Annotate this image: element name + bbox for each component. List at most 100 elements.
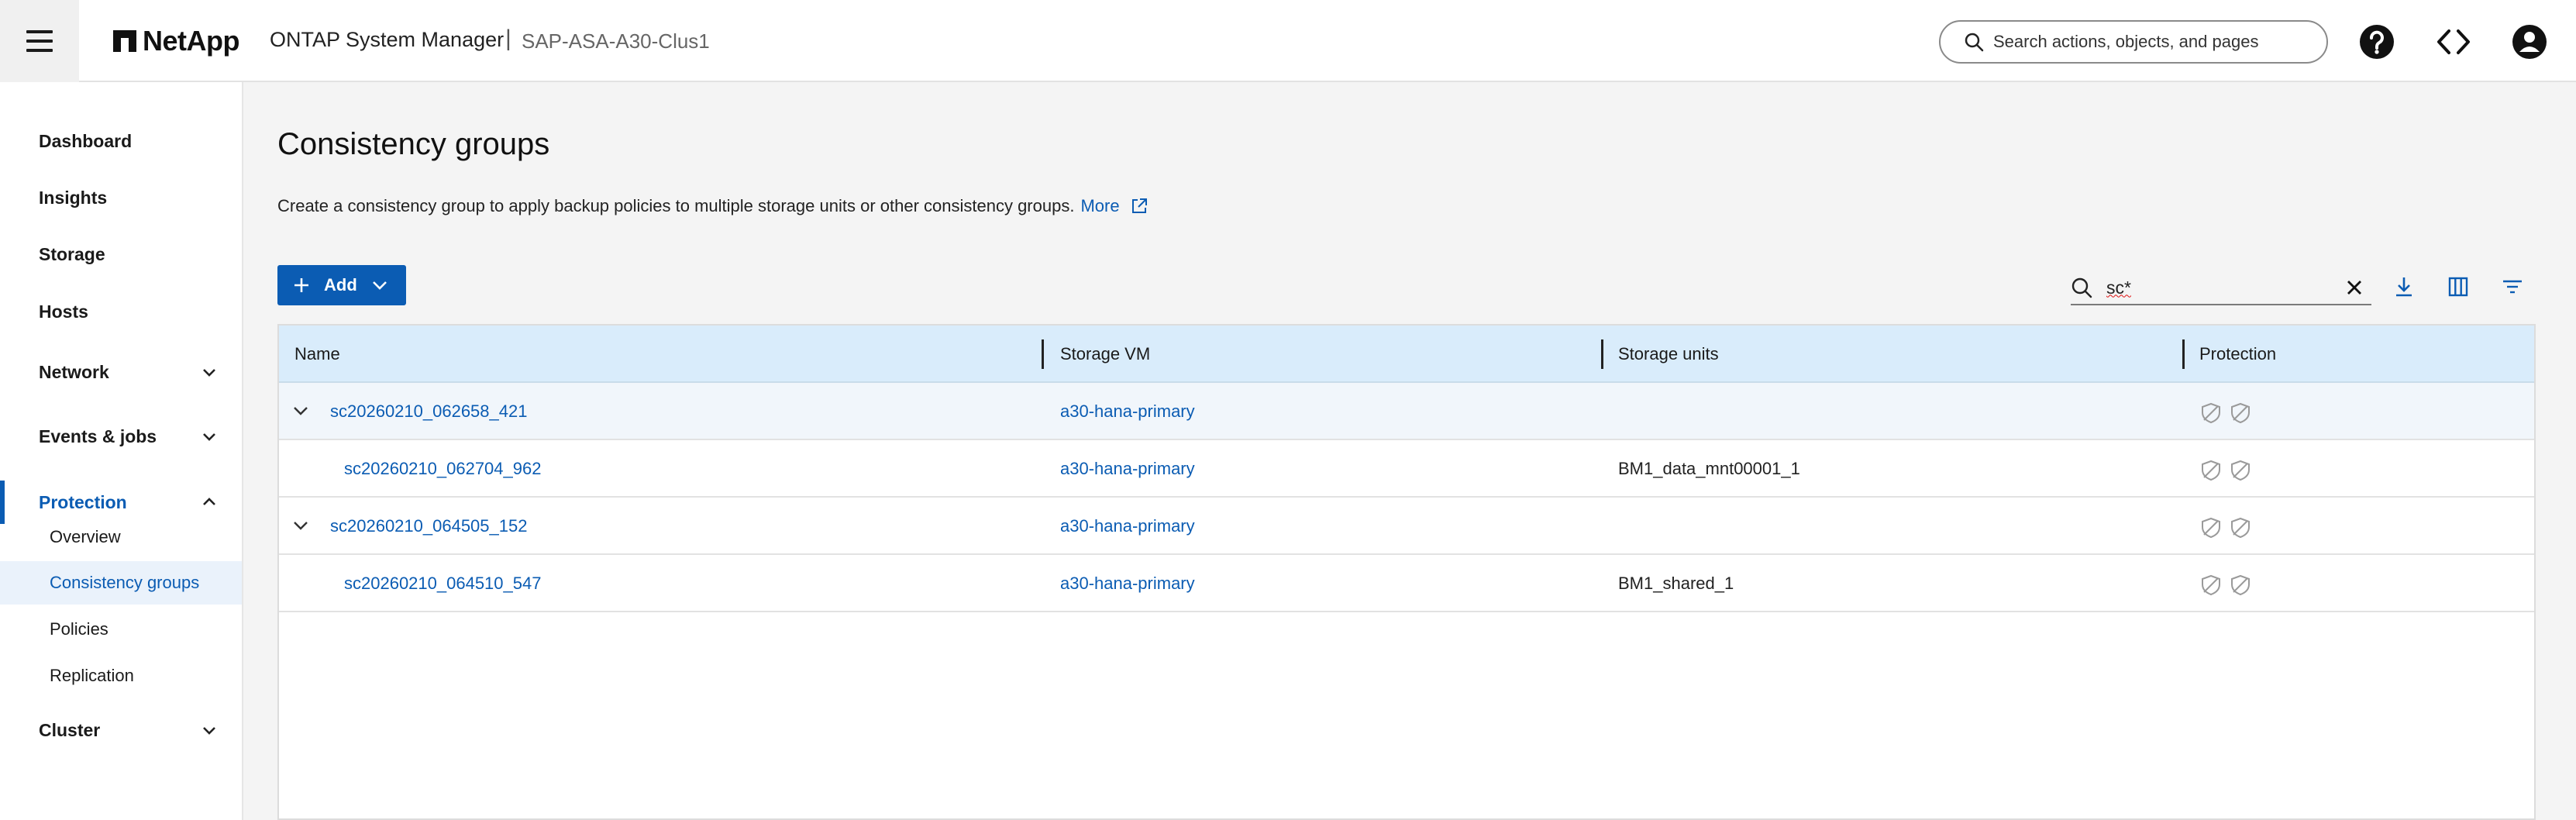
sidebar-item-label: Cluster <box>39 719 101 740</box>
chevron-up-icon <box>203 498 215 505</box>
more-link[interactable]: More <box>1080 196 1119 216</box>
page-title: Consistency groups <box>277 127 550 161</box>
shield-icon <box>2231 574 2250 596</box>
brand-name: NetApp <box>143 25 240 57</box>
sidebar-subitem-label: Overview <box>50 527 121 546</box>
column-resize-handle[interactable] <box>1042 339 1044 369</box>
plus-icon <box>294 278 308 292</box>
group-name-link[interactable]: sc20260210_064510_547 <box>344 574 541 594</box>
add-button[interactable]: Add <box>277 265 406 305</box>
table-row[interactable]: sc20260210_062658_421 a30-hana-primary <box>279 383 2534 440</box>
top-bar: NetApp ONTAP System Manager | SAP-ASA-A3… <box>0 0 2576 82</box>
column-header-storage-units[interactable]: Storage units <box>1618 344 1719 364</box>
protection-status <box>2199 516 2252 539</box>
help-icon <box>2360 25 2394 59</box>
sidebar-subitem-label: Replication <box>50 666 134 685</box>
sidebar-subitem-policies[interactable]: Policies <box>0 608 242 651</box>
table-row[interactable]: sc20260210_064510_547 a30-hana-primary B… <box>279 555 2534 612</box>
group-name-link[interactable]: sc20260210_064505_152 <box>330 516 527 536</box>
sidebar-item-hosts[interactable]: Hosts <box>0 290 242 333</box>
table-row[interactable]: sc20260210_064505_152 a30-hana-primary <box>279 498 2534 555</box>
menu-icon <box>26 27 53 55</box>
shield-icon <box>2202 460 2220 481</box>
sidebar-item-label: Events & jobs <box>39 426 157 446</box>
account-icon <box>2512 25 2547 59</box>
title-separator: | <box>505 26 511 51</box>
sidebar-item-label: Hosts <box>39 301 88 322</box>
menu-button[interactable] <box>0 0 79 82</box>
filter-icon <box>2503 280 2522 294</box>
shield-icon <box>2202 517 2220 539</box>
search-placeholder: Search actions, objects, and pages <box>1993 32 2259 51</box>
group-name-link[interactable]: sc20260210_062658_421 <box>330 401 527 422</box>
help-button[interactable] <box>2358 23 2395 60</box>
column-header-name[interactable]: Name <box>294 344 340 364</box>
search-icon <box>1965 33 1984 52</box>
clear-icon[interactable] <box>2345 278 2364 297</box>
sidebar-subitem-replication[interactable]: Replication <box>0 654 242 698</box>
sidebar-item-storage[interactable]: Storage <box>0 233 242 276</box>
table-header: Name Storage VM Storage units Protection <box>279 326 2534 383</box>
external-link-icon[interactable] <box>1131 198 1148 215</box>
chevron-down-icon <box>294 407 308 415</box>
shield-icon <box>2202 402 2220 424</box>
sidebar-item-label: Storage <box>39 243 105 264</box>
row-expander[interactable] <box>290 515 312 536</box>
sidebar-item-events-jobs[interactable]: Events & jobs <box>0 415 242 458</box>
page-description: Create a consistency group to apply back… <box>277 196 1148 216</box>
column-header-storage-vm[interactable]: Storage VM <box>1060 344 1150 364</box>
sidebar: Dashboard Insights Storage Hosts Network… <box>0 82 243 820</box>
account-button[interactable] <box>2511 23 2548 60</box>
code-icon <box>2437 29 2470 54</box>
protection-status <box>2199 459 2252 482</box>
shield-icon <box>2231 402 2250 424</box>
storage-vm-link[interactable]: a30-hana-primary <box>1060 574 1195 594</box>
chevron-down-icon <box>203 369 215 377</box>
table-search-input[interactable]: sc* <box>2071 271 2371 305</box>
sidebar-item-cluster[interactable]: Cluster <box>0 708 242 752</box>
shield-icon <box>2231 517 2250 539</box>
sidebar-subitem-overview[interactable]: Overview <box>0 515 242 559</box>
chevron-down-icon <box>203 727 215 735</box>
cluster-name: SAP-ASA-A30-Clus1 <box>522 29 710 53</box>
column-resize-handle[interactable] <box>1601 339 1603 369</box>
table-row[interactable]: sc20260210_062704_962 a30-hana-primary B… <box>279 440 2534 498</box>
chevron-down-icon <box>203 433 215 441</box>
sidebar-subitem-label: Consistency groups <box>50 573 200 592</box>
chevron-down-icon <box>372 281 387 290</box>
storage-units-value: BM1_data_mnt00001_1 <box>1618 459 1800 478</box>
download-icon <box>2396 277 2412 297</box>
storage-units-value: BM1_shared_1 <box>1618 574 1734 593</box>
api-code-button[interactable] <box>2435 23 2472 60</box>
shield-icon <box>2202 574 2220 596</box>
sidebar-item-label: Protection <box>39 491 127 512</box>
sidebar-item-dashboard[interactable]: Dashboard <box>0 119 242 163</box>
add-button-label: Add <box>324 275 357 295</box>
column-resize-handle[interactable] <box>2182 339 2185 369</box>
search-value: sc* <box>2106 277 2131 298</box>
storage-vm-link[interactable]: a30-hana-primary <box>1060 459 1195 479</box>
sidebar-subitem-consistency-groups[interactable]: Consistency groups <box>0 561 242 605</box>
sidebar-subitem-label: Policies <box>50 619 108 639</box>
columns-button[interactable] <box>2441 270 2475 304</box>
columns-icon <box>2448 277 2468 297</box>
protection-status <box>2199 401 2252 425</box>
netapp-logo: NetApp <box>113 23 240 59</box>
sidebar-item-label: Network <box>39 361 109 382</box>
netapp-logo-icon <box>113 30 136 52</box>
global-search-input[interactable]: Search actions, objects, and pages <box>1939 20 2328 64</box>
column-header-protection[interactable]: Protection <box>2199 344 2276 364</box>
group-name-link[interactable]: sc20260210_062704_962 <box>344 459 541 479</box>
storage-vm-link[interactable]: a30-hana-primary <box>1060 516 1195 536</box>
search-icon <box>2071 277 2092 298</box>
download-button[interactable] <box>2387 270 2421 304</box>
consistency-groups-table: Name Storage VM Storage units Protection… <box>277 324 2536 820</box>
shield-icon <box>2231 460 2250 481</box>
app-title: ONTAP System Manager <box>270 28 505 51</box>
sidebar-item-label: Dashboard <box>39 130 133 151</box>
storage-vm-link[interactable]: a30-hana-primary <box>1060 401 1195 422</box>
row-expander[interactable] <box>290 400 312 422</box>
sidebar-item-insights[interactable]: Insights <box>0 176 242 219</box>
filter-button[interactable] <box>2495 270 2530 304</box>
sidebar-item-network[interactable]: Network <box>0 350 242 394</box>
